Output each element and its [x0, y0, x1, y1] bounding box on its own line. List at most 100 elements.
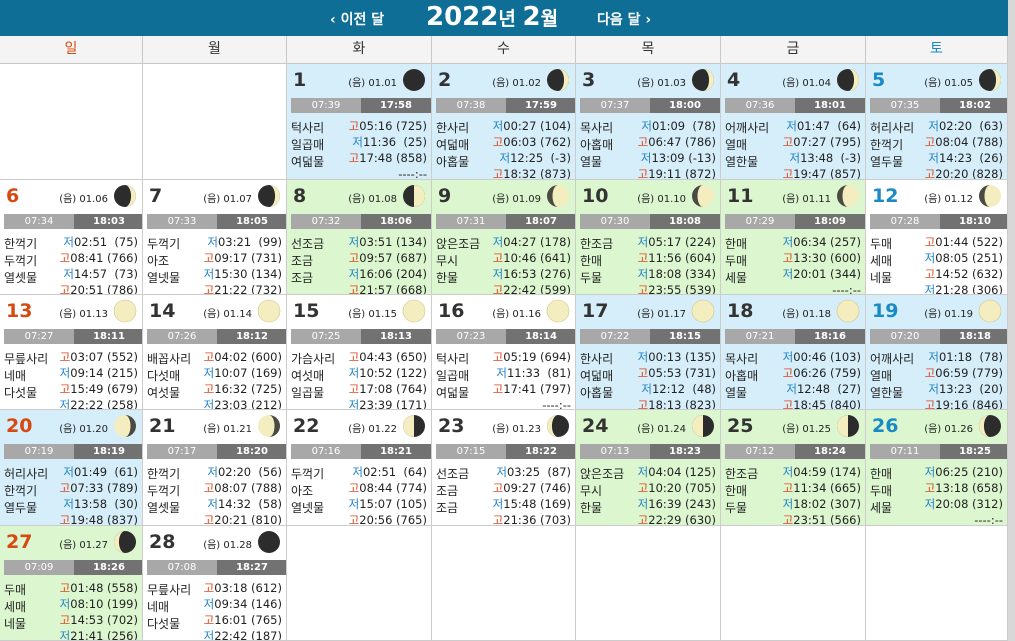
- tide-names: 앉은조금 무시 한물: [436, 236, 480, 287]
- tide-value: 06:03 (762): [503, 135, 571, 149]
- high-tide-marker: 고: [492, 167, 504, 180]
- tide-row: 저08:10 (199): [60, 596, 138, 612]
- day-cell[interactable]: 19 (음) 01.19 07:20 18:18 어깨사리 열매 열한물 저01:18 (78…: [866, 295, 1008, 410]
- tide-value: 06:47 (786): [648, 135, 716, 149]
- tide-value: 18:45 (840): [793, 398, 861, 410]
- day-cell[interactable]: 26 (음) 01.26 07:11 18:25 한매 두매 세물 저06:25 (210) 고…: [866, 410, 1008, 526]
- tide-value: 15:49 (679): [70, 382, 138, 396]
- day-cell[interactable]: 14 (음) 01.14 07:26 18:12 배꼽사리 다섯매 여섯물 고04:02 (6…: [143, 295, 287, 410]
- day-cell[interactable]: 12 (음) 01.12 07:28 18:10 두매 세매 네물 고01:44 (522) 저…: [866, 180, 1008, 295]
- tide-name: 다섯매: [147, 369, 181, 383]
- day-cell[interactable]: 1 (음) 01.01 07:39 17:58 턱사리 일곱매 여덟물 고05:16 (725…: [287, 64, 432, 180]
- day-cell[interactable]: 7 (음) 01.07 07:33 18:05 두꺽기 아조 열넷물 저03:21 (99) 고…: [143, 180, 287, 295]
- tide-value: 14:23 (26): [938, 151, 1003, 165]
- tide-value: 03:25 (87): [506, 465, 571, 479]
- tide-name: 네물: [4, 617, 27, 631]
- weekday-header: 금: [721, 36, 866, 64]
- moon-phase-icon: [546, 68, 570, 92]
- tide-value: 08:05 (251): [935, 251, 1003, 265]
- day-cell[interactable]: 3 (음) 01.03 07:37 18:00 목사리 아홉매 열물 저01:09 (78) 고…: [576, 64, 721, 180]
- day-cell[interactable]: 6 (음) 01.06 07:34 18:03 한꺽기 두꺽기 열셋물 저02:51 (75)…: [0, 180, 143, 295]
- tide-row: 저02:51 (75): [60, 234, 138, 250]
- tide-row: 저06:34 (257): [783, 234, 861, 250]
- tide-times: 저03:21 (99) 고09:17 (731) 저15:30 (134) 고21:2…: [203, 234, 282, 295]
- day-cell[interactable]: 25 (음) 01.25 07:12 18:24 한조금 한매 두물 저04:59 (174)…: [721, 410, 866, 526]
- day-cell[interactable]: 24 (음) 01.24 07:13 18:23 앉은조금 무시 한물 저04:04 (125…: [576, 410, 721, 526]
- tide-value: 13:23 (20): [938, 382, 1003, 396]
- high-tide-marker: 고: [492, 283, 504, 295]
- day-cell[interactable]: 17 (음) 01.17 07:22 18:15 한사리 여덟매 아홉물 저00:13 (13…: [576, 295, 721, 410]
- low-tide-marker: 저: [637, 350, 649, 364]
- tide-times: 저02:20 (56) 고08:07 (788) 저14:32 (58) 고20:21…: [204, 464, 282, 525]
- tide-name: 두물: [580, 271, 603, 285]
- tide-row: 저13:48 (-3): [783, 150, 862, 166]
- tide-value: 02:20 (63): [938, 119, 1003, 133]
- tide-value: 14:57 (73): [73, 267, 138, 281]
- day-cell[interactable]: 16 (음) 01.16 07:23 18:14 턱사리 일곱매 여덟물 고05:19 (69…: [432, 295, 576, 410]
- prev-month-button[interactable]: ‹ 이전 달: [330, 9, 384, 29]
- lunar-date: (음) 01.21: [203, 424, 252, 435]
- day-cell[interactable]: 8 (음) 01.08 07:32 18:06 선조금 조금 조금 저03:51 (134) 고…: [287, 180, 432, 295]
- day-cell[interactable]: 20 (음) 01.20 07:19 18:19 허리사리 한꺽기 열두물 저01:49 (6…: [0, 410, 143, 526]
- day-cell[interactable]: 4 (음) 01.04 07:36 18:01 어깨사리 열매 열한물 저01:47 (64)…: [721, 64, 866, 180]
- tide-row: 고20:51 (786): [60, 282, 138, 294]
- tide-value: 18:08 (334): [648, 267, 716, 281]
- tide-name: 두매: [870, 237, 893, 251]
- day-cell[interactable]: 5 (음) 01.05 07:35 18:02 허리사리 한꺽기 열두물 저02:20 (63…: [866, 64, 1008, 180]
- moon-phase-icon: [257, 530, 281, 554]
- day-cell[interactable]: 2 (음) 01.02 07:38 17:59 한사리 여덟매 아홉물 저00:27 (104…: [432, 64, 576, 180]
- day-number: 24: [582, 415, 609, 437]
- day-cell[interactable]: 13 (음) 01.13 07:27 18:11 무릎사리 네매 다섯물 고03:07 (55…: [0, 295, 143, 410]
- high-tide-marker: 고: [492, 481, 504, 495]
- tide-value: 11:56 (604): [648, 251, 716, 265]
- tide-row: 저15:48 (169): [493, 496, 571, 512]
- sunset-time: 18:09: [795, 214, 865, 229]
- day-cell[interactable]: 15 (음) 01.15 07:25 18:13 가슴사리 여섯매 일곱물 고04:43 (6…: [287, 295, 432, 410]
- empty-day-cell: [143, 64, 287, 180]
- day-cell[interactable]: 10 (음) 01.10 07:30 18:08 한조금 한매 두물 저05:17 (224)…: [576, 180, 721, 295]
- tide-name: 한꺽기: [4, 484, 38, 498]
- sunrise-time: 07:33: [147, 214, 217, 229]
- tide-name: 여섯매: [291, 369, 325, 383]
- low-tide-marker: 저: [492, 267, 504, 281]
- sunrise-time: 07:36: [725, 98, 795, 113]
- day-cell[interactable]: 21 (음) 01.21 07:17 18:20 한꺽기 두꺽기 열셋물 저02:20 (56…: [143, 410, 287, 526]
- day-cell[interactable]: 27 (음) 01.27 07:09 18:26 두매 세매 네물 고01:48 (558) 저…: [0, 526, 143, 641]
- low-tide-marker: 저: [924, 497, 936, 511]
- day-cell[interactable]: 9 (음) 01.09 07:31 18:07 앉은조금 무시 한물 저04:27 (178)…: [432, 180, 576, 295]
- day-cell[interactable]: 18 (음) 01.18 07:21 18:16 목사리 아홉매 열물 저00:46 (103…: [721, 295, 866, 410]
- tide-name: 목사리: [580, 121, 614, 135]
- scrollbar[interactable]: [1008, 0, 1015, 641]
- day-number: 17: [582, 300, 609, 322]
- high-tide-marker: 고: [348, 283, 360, 295]
- day-cell[interactable]: 23 (음) 01.23 07:15 18:22 선조금 조금 조금 저03:25 (87) 고…: [432, 410, 576, 526]
- sunset-time: 18:11: [74, 329, 142, 344]
- year-suffix: 년: [498, 8, 523, 30]
- tide-name: 열한물: [870, 386, 904, 400]
- tide-value: 18:13 (823): [648, 398, 716, 410]
- day-cell[interactable]: 22 (음) 01.22 07:16 18:21 두꺽기 아조 열넷물 저02:51 (64)…: [287, 410, 432, 526]
- high-tide-marker: 고: [637, 481, 649, 495]
- day-cell[interactable]: 11 (음) 01.11 07:29 18:09 한매 두매 세물 저06:34 (257) 고…: [721, 180, 866, 295]
- tide-row: 저10:07 (169): [204, 365, 282, 381]
- tide-value: 08:04 (788): [935, 135, 1003, 149]
- low-tide-marker: 저: [782, 350, 794, 364]
- next-month-button[interactable]: 다음 달 ›: [597, 9, 651, 29]
- day-cell[interactable]: 28 (음) 01.28 07:08 18:27 무릎사리 네매 다섯물 고03:18 (61…: [143, 526, 287, 641]
- tide-row: 저12:25 (-3): [493, 150, 572, 166]
- tide-names: 한조금 한매 두물: [580, 236, 613, 287]
- tide-row: 고19:48 (837): [60, 512, 138, 525]
- high-tide-marker: 고: [203, 283, 215, 295]
- low-tide-marker: 저: [928, 151, 939, 165]
- high-tide-marker: 고: [637, 251, 649, 265]
- day-number: 1: [293, 69, 307, 91]
- low-tide-marker: 저: [496, 366, 507, 380]
- moon-phase-icon: [113, 299, 137, 323]
- tide-row: 고14:53 (702): [60, 612, 138, 628]
- weekday-header: 화: [287, 36, 432, 64]
- tide-value: 18:32 (873): [503, 167, 571, 180]
- low-tide-marker: 저: [348, 267, 360, 281]
- low-tide-marker: 저: [203, 366, 215, 380]
- tide-name: 다섯물: [4, 386, 38, 400]
- tide-row: 고04:02 (600): [204, 349, 282, 365]
